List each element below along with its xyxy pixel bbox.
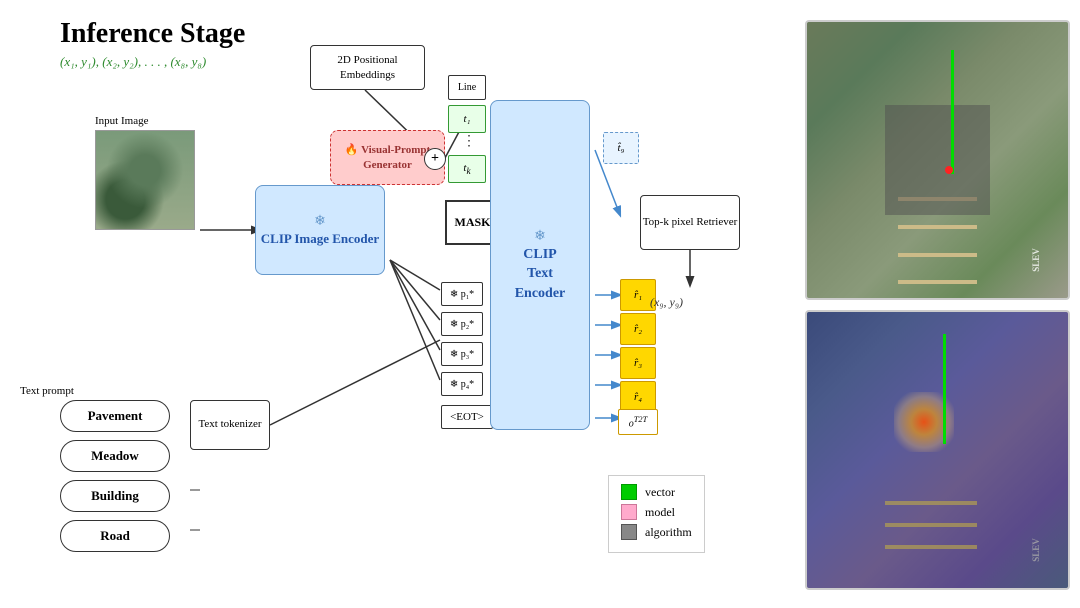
prompt-pavement: Pavement: [60, 400, 170, 432]
legend-vector: vector: [621, 484, 692, 500]
main-container: Inference Stage (x₁, y₁), (x₂, y₂), . . …: [0, 0, 1080, 608]
road-marking4: [898, 280, 976, 284]
line-token-label: Line: [458, 82, 476, 93]
r3-token: r̂₃: [620, 347, 656, 379]
legend-algorithm: algorithm: [621, 524, 692, 540]
line-token-box: Line: [448, 75, 486, 100]
tk-label: tk: [463, 162, 470, 176]
r1-label: r̂₁: [634, 289, 642, 301]
legend-algo-color: [621, 524, 637, 540]
t1-label: t₁: [464, 113, 471, 125]
t-hat-label: t̂₉: [618, 142, 625, 154]
o-t2t-token: oT2T: [618, 409, 658, 435]
eot-label: <EOT>: [450, 411, 484, 423]
plus-symbol: +: [424, 148, 446, 170]
history-path: (x₁, y₁), (x₂, y₂), . . . , (x₈, y₈): [60, 54, 245, 70]
p1-token: ❄ p₁*: [441, 282, 483, 306]
prompt-road: Road: [60, 520, 170, 552]
input-image-label: Input Image: [95, 115, 148, 127]
legend-model: model: [621, 504, 692, 520]
prompt-meadow: Meadow: [60, 440, 170, 472]
green-line-bottom: [943, 334, 946, 444]
road-marking-b: [885, 501, 976, 505]
p4-token: ❄ p₄*: [441, 372, 483, 396]
legend-vector-label: vector: [645, 485, 675, 500]
topk-label: Top-k pixel Retriever: [643, 215, 738, 230]
tokenizer-box: Text tokenizer: [190, 400, 270, 450]
r2-token: r̂₂: [620, 313, 656, 345]
red-dot: [945, 166, 953, 174]
prompt-meadow-label: Meadow: [91, 448, 139, 464]
legend-model-color: [621, 504, 637, 520]
r3-label: r̂₃: [634, 357, 642, 369]
page-title: Inference Stage: [60, 18, 245, 50]
vpg-label: 🔥 Visual-PromptGenerator: [345, 143, 430, 172]
tk-token: tk: [448, 155, 486, 183]
road-marking2: [898, 225, 976, 229]
t1-token: t₁: [448, 105, 486, 133]
road-marking-b2: [885, 523, 976, 527]
token-dots: ⋮: [462, 136, 476, 147]
green-line-top: [951, 50, 954, 174]
prompt-road-label: Road: [100, 528, 130, 544]
input-image-content: [96, 131, 194, 229]
intersection: [885, 105, 989, 215]
coord-output: (x₉, y₉): [650, 295, 683, 310]
clip-text-encoder: ❄ CLIPTextEncoder: [490, 100, 590, 430]
eot-box: <EOT>: [441, 405, 493, 429]
legend-vector-color: [621, 484, 637, 500]
topk-box: Top-k pixel Retriever: [640, 195, 740, 250]
prompt-building: Building: [60, 480, 170, 512]
legend-box: vector model algorithm: [608, 475, 705, 553]
t-hat-token: t̂₉: [603, 132, 639, 164]
p1-label: ❄ p₁*: [450, 289, 474, 300]
tokenizer-label: Text tokenizer: [198, 417, 261, 432]
text-prompt-label: Text prompt: [20, 385, 74, 397]
legend-model-label: model: [645, 505, 675, 520]
prompt-building-label: Building: [91, 488, 139, 504]
snowflake-icon-clip: ❄: [314, 214, 326, 229]
pos-emb-box: 2D Positional Embeddings: [310, 45, 425, 90]
r2-label: r̂₂: [634, 323, 642, 335]
p3-label: ❄ p₃*: [450, 349, 474, 360]
prompt-pavement-label: Pavement: [88, 408, 143, 424]
clip-image-encoder: ❄ CLIP Image Encoder: [255, 185, 385, 275]
r4-label: r̂₄: [634, 391, 642, 403]
p2-token: ❄ p₂*: [441, 312, 483, 336]
road-marking3: [898, 253, 976, 257]
clip-text-encoder-label: CLIPTextEncoder: [515, 247, 566, 301]
slev-label-bottom: SLEV: [1030, 538, 1040, 562]
p4-label: ❄ p₄*: [450, 379, 474, 390]
legend-algo-label: algorithm: [645, 525, 692, 540]
snowflake-icon-text: ❄: [534, 229, 546, 244]
pos-emb-label: 2D Positional Embeddings: [311, 53, 424, 82]
mask-label: MASK: [455, 215, 491, 230]
road-marking-b3: [885, 545, 976, 549]
p2-label: ❄ p₂*: [450, 319, 474, 330]
aerial-image-top: SLEV: [805, 20, 1070, 300]
clip-image-encoder-label: CLIP Image Encoder: [261, 231, 379, 246]
aerial-image-bottom: SLEV: [805, 310, 1070, 590]
right-panel: SLEV SLEV: [805, 20, 1070, 590]
o-t2t-label: oT2T: [629, 415, 647, 429]
p3-token: ❄ p₃*: [441, 342, 483, 366]
slev-label: SLEV: [1030, 248, 1040, 272]
input-image: [95, 130, 195, 230]
